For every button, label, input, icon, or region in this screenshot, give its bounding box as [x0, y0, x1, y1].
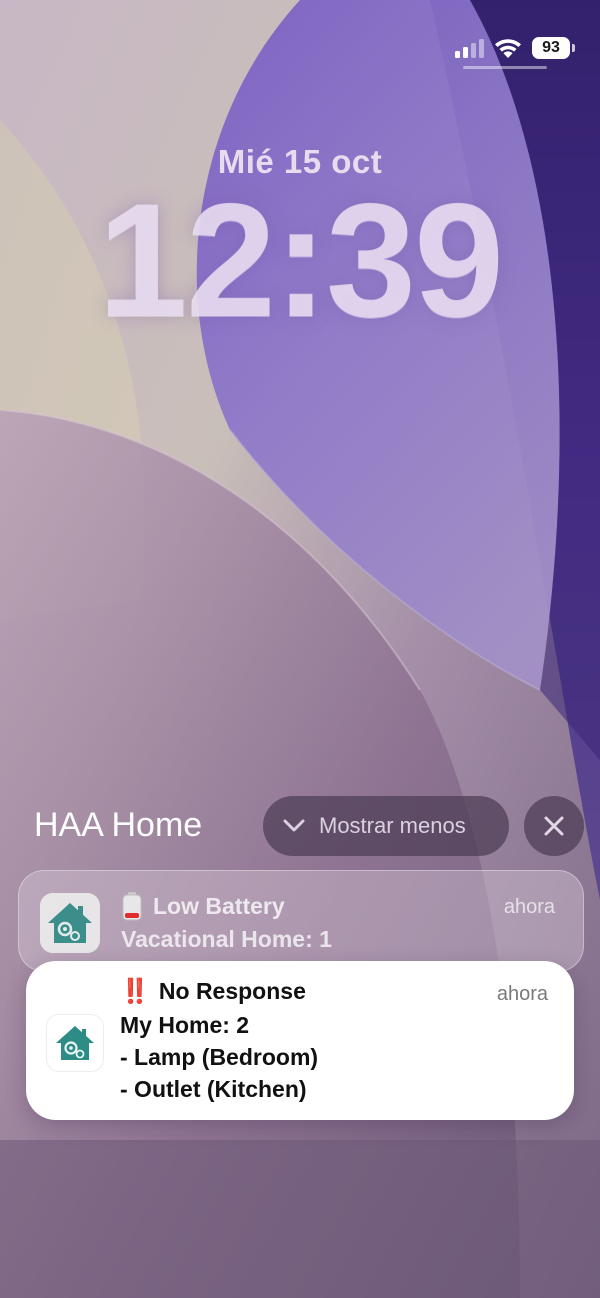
notification-card-no-response[interactable]: ‼️ No Response ahora My Home: 2 - Lamp (…	[26, 961, 574, 1120]
notification-card-low-battery[interactable]: Low Battery ahora Vacational Home: 1	[18, 870, 584, 972]
lock-time: 12:39	[97, 170, 504, 351]
wifi-icon	[495, 39, 521, 58]
notification-title-text: No Response	[158, 978, 306, 1004]
status-bar: 93	[455, 36, 575, 60]
chevron-down-icon	[283, 819, 305, 832]
close-icon	[544, 816, 564, 836]
notification-body: My Home: 2 - Lamp (Bedroom) - Outlet (Ki…	[120, 1009, 318, 1105]
battery-indicator: 93	[532, 37, 575, 59]
low-battery-icon	[122, 892, 142, 921]
notification-time: ahora	[503, 896, 555, 918]
haa-home-app-icon	[46, 1014, 104, 1072]
clear-group-button[interactable]	[524, 796, 584, 856]
notification-body-line: - Outlet (Kitchen)	[120, 1076, 307, 1102]
show-less-button[interactable]: Mostrar menos	[263, 796, 509, 856]
notification-group-title: HAA Home	[34, 806, 203, 844]
notification-title: ‼️ No Response	[120, 977, 306, 1006]
notification-body: Vacational Home: 1	[121, 923, 332, 955]
notification-body-line: Vacational Home: 1	[121, 926, 332, 952]
haa-home-app-icon	[40, 893, 100, 953]
status-underline	[463, 66, 547, 69]
notification-time: ahora	[496, 983, 548, 1005]
double-exclamation-icon: ‼️	[120, 978, 150, 1005]
notification-body-line: - Lamp (Bedroom)	[120, 1044, 319, 1070]
cellular-signal-icon	[455, 38, 484, 58]
notification-body-line: My Home: 2	[120, 1012, 250, 1038]
show-less-label: Mostrar menos	[319, 813, 466, 838]
notification-title-text: Low Battery	[153, 892, 285, 919]
notification-title: Low Battery	[121, 891, 285, 921]
lock-screen: 93 Mié 15 oct 12:39 HAA Home Mostrar men…	[0, 0, 600, 1298]
